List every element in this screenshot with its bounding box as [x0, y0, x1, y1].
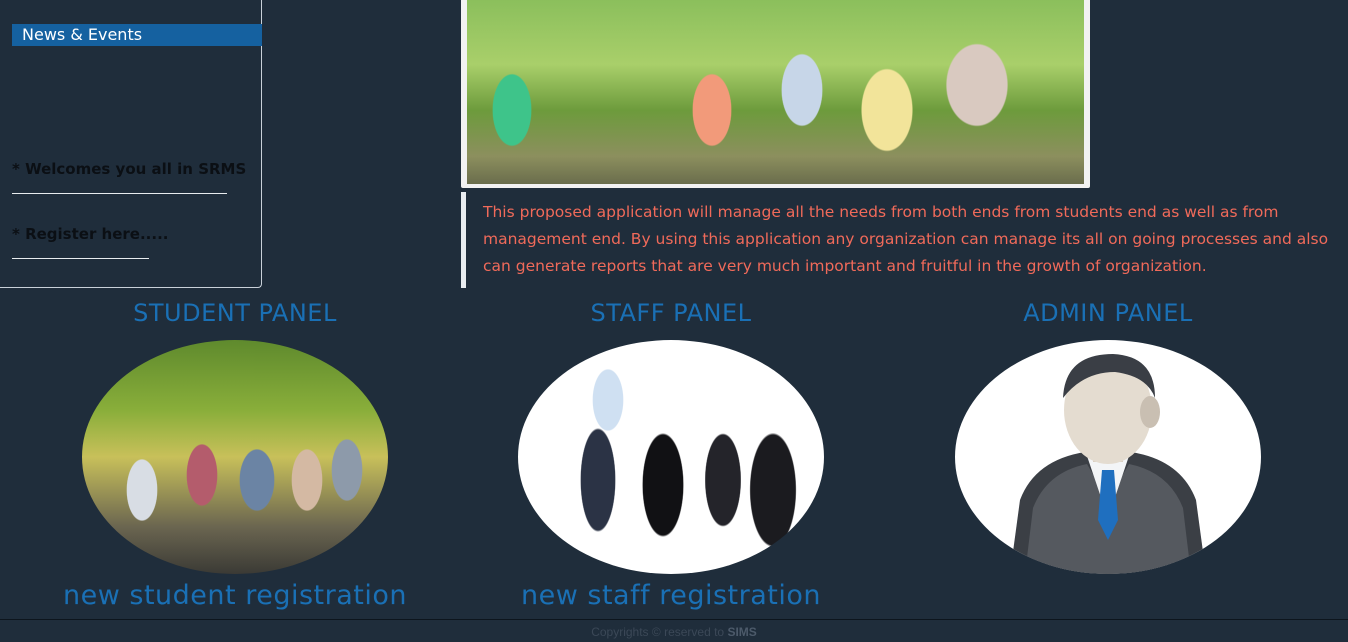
new-staff-registration-link[interactable]: new staff registration — [471, 579, 871, 613]
student-panel: STUDENT PANEL new student registration — [35, 298, 435, 613]
footer-brand: SIMS — [727, 625, 757, 639]
staff-panel-title[interactable]: STAFF PANEL — [471, 298, 871, 328]
news-item-welcome[interactable]: * Welcomes you all in SRMS — [12, 159, 247, 194]
news-item-register-text: * Register here..... — [12, 225, 169, 243]
page: News & Events * Welcomes you all in SRMS… — [0, 0, 1348, 642]
new-student-registration-link[interactable]: new student registration — [35, 579, 435, 613]
hero-students-photo — [467, 0, 1084, 184]
hero-image-frame — [461, 0, 1090, 188]
staff-panel: STAFF PANEL new staff registration — [471, 298, 871, 613]
news-item-register[interactable]: * Register here..... — [12, 224, 169, 259]
admin-panel-title[interactable]: ADMIN PANEL — [908, 298, 1308, 328]
admin-panel: ADMIN PANEL — [908, 298, 1308, 574]
divider — [12, 258, 149, 259]
description-text: This proposed application will manage al… — [483, 203, 1329, 275]
divider — [12, 193, 227, 194]
staff-panel-image[interactable] — [518, 340, 824, 574]
admin-panel-image[interactable] — [955, 340, 1261, 574]
description-accent-bar — [461, 192, 466, 288]
student-panel-image[interactable] — [82, 340, 388, 574]
admin-user-icon — [1010, 354, 1206, 574]
news-item-welcome-text: * Welcomes you all in SRMS — [12, 160, 247, 178]
news-events-box: News & Events * Welcomes you all in SRMS… — [0, 0, 262, 288]
student-panel-title[interactable]: STUDENT PANEL — [35, 298, 435, 328]
footer-copyright-text: Copyrights © reserved to — [591, 625, 728, 639]
news-events-header: News & Events — [12, 24, 262, 46]
footer-divider — [0, 619, 1348, 620]
footer: Copyrights © reserved to SIMS — [0, 625, 1348, 639]
